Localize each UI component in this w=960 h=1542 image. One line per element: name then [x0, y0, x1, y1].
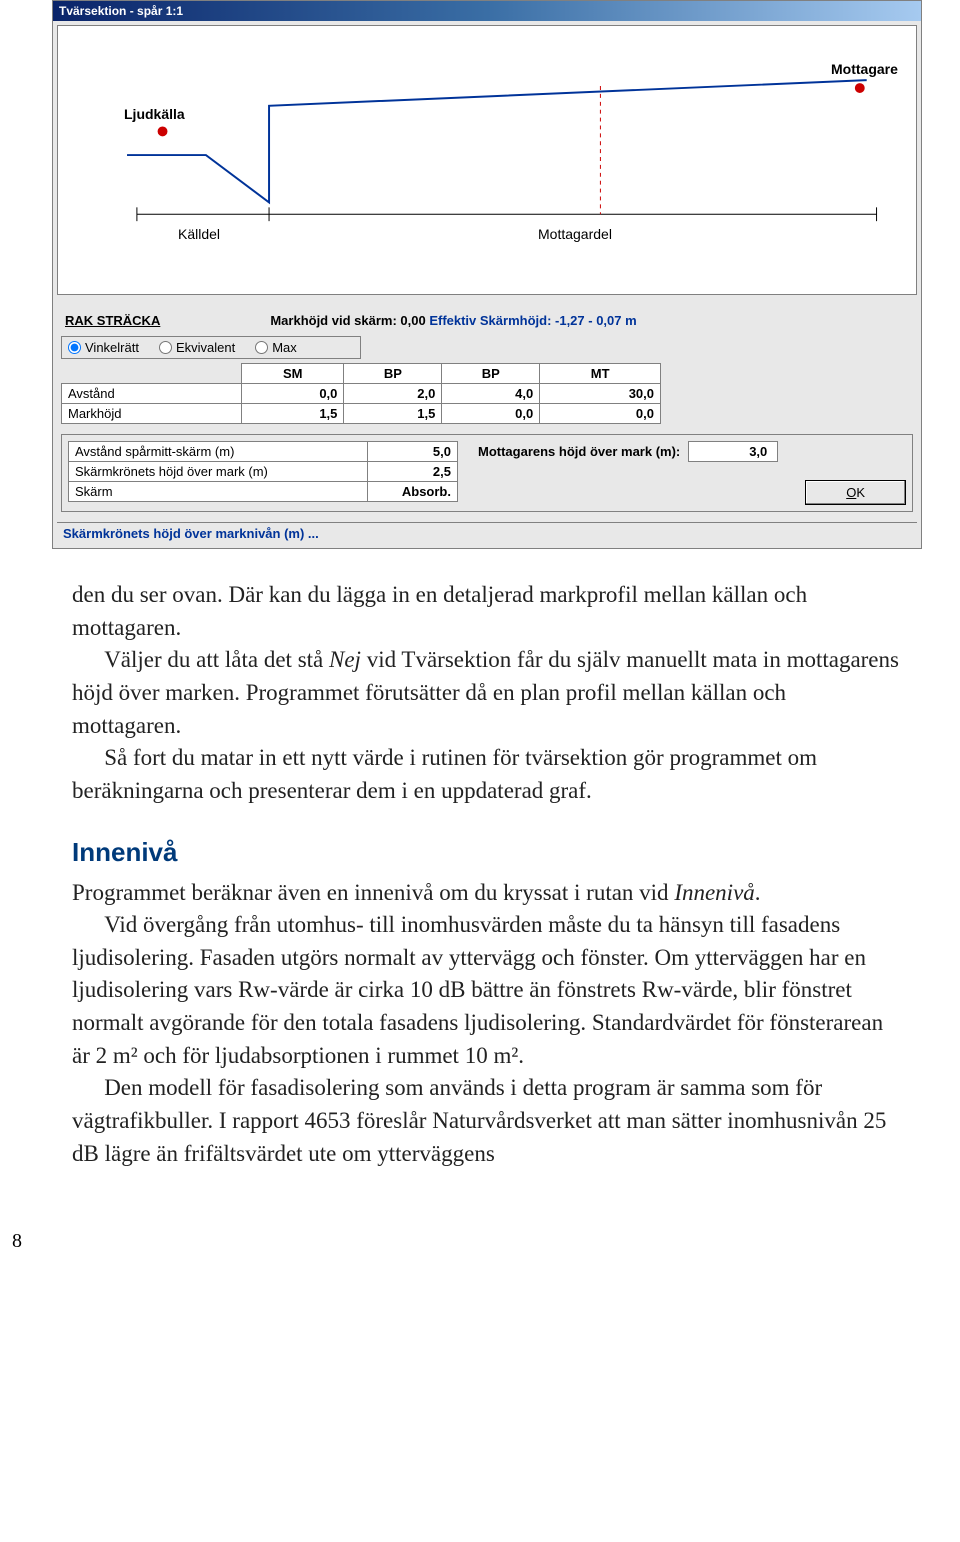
tvarsektion-dialog: Tvärsektion - spår 1:1 Ljudkälla Mottaga… — [52, 0, 922, 549]
param-label: Avstånd spårmitt-skärm (m) — [69, 442, 368, 462]
param-label: Skärm — [69, 482, 368, 502]
italic: Innenivå — [674, 880, 754, 905]
radio-max[interactable]: Max — [255, 340, 297, 355]
dialog-titlebar[interactable]: Tvärsektion - spår 1:1 — [53, 1, 921, 21]
col-mt: MT — [540, 364, 661, 384]
graph-svg — [58, 26, 916, 294]
italic: Nej — [329, 647, 361, 672]
paragraph: den du ser ovan. Där kan du lägga in en … — [72, 579, 900, 644]
radio-vinkelratt-label: Vinkelrätt — [85, 340, 139, 355]
row-markhojd-label: Markhöjd — [62, 404, 242, 424]
ok-button[interactable]: OK — [805, 480, 906, 505]
mottagare-label: Mottagare — [831, 61, 898, 77]
radio-vinkelratt[interactable]: Vinkelrätt — [68, 340, 139, 355]
param-value[interactable]: 2,5 — [368, 462, 458, 482]
heading-inneniva: Innenivå — [72, 834, 900, 871]
table-row: Markhöjd 1,5 1,5 0,0 0,0 — [62, 404, 661, 424]
paragraph: Den modell för fasadisolering som använd… — [72, 1072, 900, 1170]
radio-ekvivalent-input[interactable] — [159, 341, 172, 354]
row-avstand-label: Avstånd — [62, 384, 242, 404]
mottagardel-label: Mottagardel — [538, 226, 612, 242]
cell[interactable]: 1,5 — [242, 404, 344, 424]
param-label: Skärmkrönets höjd över mark (m) — [69, 462, 368, 482]
col-bp2: BP — [442, 364, 540, 384]
table-row: Skärmkrönets höjd över mark (m) 2,5 — [69, 462, 458, 482]
profile-table: SM BP BP MT Avstånd 0,0 2,0 4,0 30,0 Mar… — [61, 363, 661, 424]
radio-vinkelratt-input[interactable] — [68, 341, 81, 354]
paragraph: Programmet beräknar även en innenivå om … — [72, 877, 900, 910]
paragraph: Så fort du matar in ett nytt värde i rut… — [72, 742, 900, 807]
effektiv-skarmhojd: Effektiv Skärmhöjd: -1,27 - 0,07 m — [429, 313, 636, 328]
cell[interactable]: 0,0 — [540, 404, 661, 424]
mottagare-hojd-input[interactable]: 3,0 — [688, 441, 778, 462]
text: Programmet beräknar även en innenivå om … — [72, 880, 674, 905]
param-box: Avstånd spårmitt-skärm (m) 5,0 Skärmkrön… — [61, 434, 913, 512]
cell[interactable]: 2,0 — [344, 384, 442, 404]
table-row: Avstånd spårmitt-skärm (m) 5,0 — [69, 442, 458, 462]
radio-ekvivalent[interactable]: Ekvivalent — [159, 340, 235, 355]
text: Väljer du att låta det stå — [104, 647, 329, 672]
radio-max-input[interactable] — [255, 341, 268, 354]
radio-group-rak: Vinkelrätt Ekvivalent Max — [61, 336, 361, 359]
cell[interactable]: 4,0 — [442, 384, 540, 404]
text: . — [755, 880, 761, 905]
mottagare-hojd-label: Mottagarens höjd över mark (m): — [478, 444, 680, 459]
param-value[interactable]: Absorb. — [368, 482, 458, 502]
dialog-body: Ljudkälla Mottagare Källdel Mottagardel … — [53, 21, 921, 548]
param-value[interactable]: 5,0 — [368, 442, 458, 462]
kalldel-label: Källdel — [178, 226, 220, 242]
paragraph: Vid övergång från utomhus- till inomhusv… — [72, 909, 900, 1072]
controls-panel: RAK STRÄCKA Markhöjd vid skärm: 0,00 Eff… — [57, 305, 917, 516]
radio-max-label: Max — [272, 340, 297, 355]
page-number: 8 — [12, 1230, 960, 1253]
cell[interactable]: 30,0 — [540, 384, 661, 404]
cross-section-graph: Ljudkälla Mottagare Källdel Mottagardel — [57, 25, 917, 295]
ljudkalla-label: Ljudkälla — [124, 106, 185, 122]
markhojd-text: Markhöjd vid skärm: 0,00 — [270, 313, 425, 328]
col-sm: SM — [242, 364, 344, 384]
statusbar: Skärmkrönets höjd över marknivån (m) ... — [57, 522, 917, 544]
dialog-title: Tvärsektion - spår 1:1 — [59, 4, 183, 18]
rak-stracka-label: RAK STRÄCKA — [65, 313, 160, 328]
article-body: den du ser ovan. Där kan du lägga in en … — [72, 579, 900, 1170]
col-bp1: BP — [344, 364, 442, 384]
radio-ekvivalent-label: Ekvivalent — [176, 340, 235, 355]
cell[interactable]: 0,0 — [442, 404, 540, 424]
cell[interactable]: 0,0 — [242, 384, 344, 404]
ok-button-text: K — [856, 485, 865, 500]
table-row: Avstånd 0,0 2,0 4,0 30,0 — [62, 384, 661, 404]
cell[interactable]: 1,5 — [344, 404, 442, 424]
paragraph: Väljer du att låta det stå Nej vid Tvärs… — [72, 644, 900, 742]
table-row: Skärm Absorb. — [69, 482, 458, 502]
param-table: Avstånd spårmitt-skärm (m) 5,0 Skärmkrön… — [68, 441, 458, 502]
